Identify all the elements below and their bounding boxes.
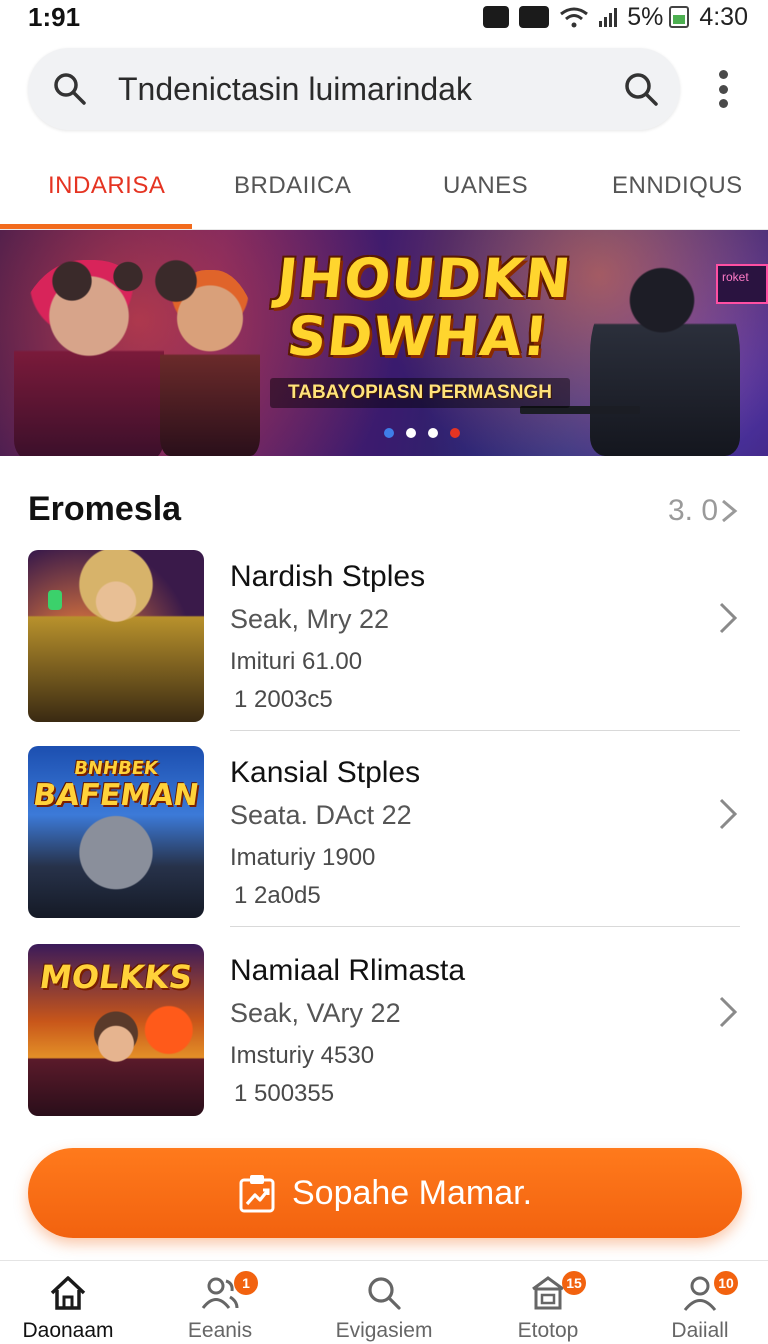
item-meta: Imaturiy 1900 (230, 844, 376, 871)
section-title: Eromesla (28, 490, 182, 528)
carousel-dot[interactable] (428, 428, 438, 438)
item-title: Namiaal Rlimasta (230, 954, 466, 987)
thumbnail-title: BAFEMAN (30, 778, 202, 813)
clipboard-chart-icon (239, 1175, 275, 1213)
notification-badge: 15 (562, 1271, 586, 1295)
nav-label: Eeanis (187, 1319, 253, 1342)
item-thumbnail-glow (48, 590, 62, 610)
signal-icon (599, 7, 618, 27)
dot-icon (718, 70, 728, 79)
vibrate-icon (519, 6, 550, 28)
more-options-button[interactable] (708, 66, 738, 112)
carousel-dot[interactable] (384, 428, 394, 438)
carousel-dot[interactable] (450, 428, 460, 438)
wifi-icon (560, 7, 589, 28)
item-title: Nardish Stples (230, 560, 426, 593)
nav-label: Daonaam (22, 1319, 114, 1342)
chevron-right-icon[interactable] (716, 994, 740, 1030)
list-item[interactable]: Nardish Stples Seak, Mry 22 Imituri 61.0… (0, 550, 768, 748)
item-code: 1 2003c5 (234, 686, 333, 713)
item-thumbnail: BNHBEK BAFEMAN (28, 746, 204, 918)
battery-text: 5% (627, 2, 664, 31)
banner-subtitle: TABAYOPIASN PERMASNGH (270, 378, 570, 408)
thumbnail-title: MOLKKS (37, 958, 195, 996)
search-icon (54, 73, 86, 105)
tab-uanes[interactable]: UANES (443, 172, 528, 200)
divider (230, 730, 740, 731)
item-date: Seak, Mry 22 (230, 604, 390, 634)
section-more-link[interactable]: 3. 0 (668, 494, 718, 528)
item-meta: Imituri 61.00 (230, 648, 363, 675)
primary-action-button[interactable]: Sopahe Mamar. (28, 1148, 742, 1238)
carousel-dots[interactable] (384, 428, 460, 438)
promo-banner[interactable]: roket JHOUDKN SDWHA! TABAYOPIASN PERMASN… (0, 230, 768, 456)
battery-icon (669, 6, 690, 28)
status-icons: 5% 4:30 (483, 3, 748, 32)
banner-neon-sign: roket (716, 264, 768, 304)
bottom-navigation: Daonaam 1 Eeanis Evigasiem 15 Etotop 10 … (0, 1260, 768, 1344)
category-tabs: INDARISA BRDAIICA UANES ENNDIQUS (0, 150, 768, 230)
item-meta: Imsturiy 4530 (230, 1042, 375, 1069)
list-item[interactable]: MOLKKS Namiaal Rlimasta Seak, VAry 22 Im… (0, 944, 768, 1142)
banner-title: JHOUDKN SDWHA! (250, 247, 592, 368)
notification-icon (483, 6, 510, 28)
status-time: 1:91 (28, 1, 81, 32)
chevron-right-icon[interactable] (716, 600, 740, 636)
item-title: Kansial Stples (230, 756, 421, 789)
dot-icon (718, 99, 728, 108)
nav-item-search[interactable]: Evigasiem (314, 1271, 454, 1344)
list-item[interactable]: BNHBEK BAFEMAN Kansial Stples Seata. DAc… (0, 746, 768, 944)
nav-item-shop[interactable]: 15 Etotop (478, 1271, 618, 1344)
notification-badge: 10 (714, 1271, 738, 1295)
banner-crowd (40, 236, 200, 326)
status-clock: 4:30 (699, 2, 748, 31)
carousel-dot[interactable] (406, 428, 416, 438)
tab-brdaiica[interactable]: BRDAIICA (234, 172, 351, 200)
banner-title-line1: JHOUDKN (273, 247, 575, 310)
divider (230, 926, 740, 927)
search-icon (368, 1277, 401, 1310)
item-code: 1 2a0d5 (234, 882, 321, 909)
item-date: Seak, VAry 22 (230, 998, 401, 1028)
home-icon (50, 1276, 86, 1310)
search-input[interactable]: Tndenictasin luimarindak (118, 71, 622, 108)
active-tab-indicator (0, 224, 192, 229)
banner-title-line2: SDWHA! (284, 305, 552, 368)
tab-indarisa[interactable]: INDARISA (48, 172, 165, 200)
chevron-right-icon[interactable] (716, 796, 740, 832)
status-bar: 1:91 5% 4:30 (0, 0, 768, 34)
nav-item-home[interactable]: Daonaam (0, 1271, 138, 1344)
chevron-right-icon[interactable] (720, 498, 738, 524)
nav-item-community[interactable]: 1 Eeanis (150, 1271, 290, 1344)
tab-enndiqus[interactable]: ENNDIQUS (612, 172, 743, 200)
item-thumbnail: MOLKKS (28, 944, 204, 1116)
item-thumbnail (28, 550, 204, 722)
nav-label: Daiiall (671, 1319, 729, 1342)
primary-action-label: Sopahe Mamar. (291, 1173, 533, 1212)
dot-icon (718, 84, 728, 94)
thumbnail-caption: BNHBEK (72, 758, 160, 779)
search-submit-icon[interactable] (622, 70, 660, 108)
nav-item-profile[interactable]: 10 Daiiall (630, 1271, 768, 1344)
item-code: 1 500355 (234, 1080, 335, 1107)
item-date: Seata. DAct 22 (230, 800, 412, 830)
nav-label: Etotop (517, 1319, 579, 1342)
search-bar[interactable]: Tndenictasin luimarindak (28, 48, 680, 130)
notification-badge: 1 (234, 1271, 258, 1295)
nav-label: Evigasiem (335, 1319, 433, 1342)
battery-indicator: 5% (627, 2, 690, 32)
